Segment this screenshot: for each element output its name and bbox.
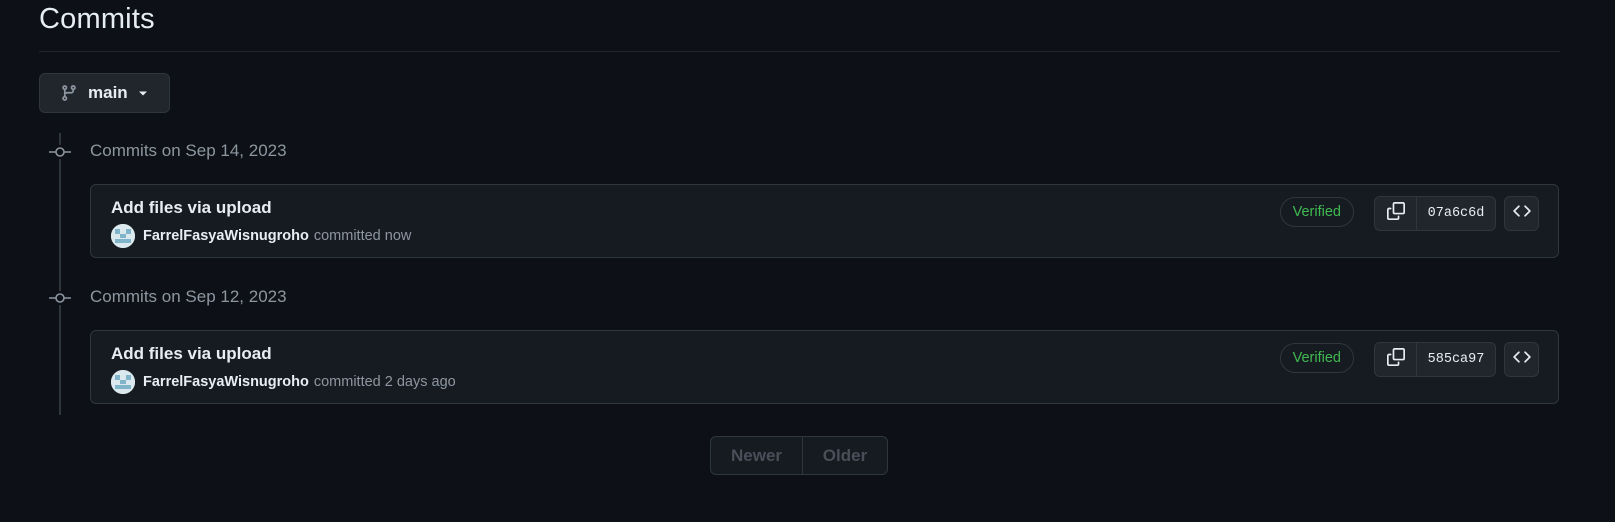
- commit-time: committed 2 days ago: [313, 374, 456, 390]
- commit-sha-link[interactable]: 07a6c6d: [1417, 197, 1495, 230]
- commit-meta: FarrelFasyaWisnugroho committed now: [111, 224, 411, 248]
- pagination: Newer Older: [710, 436, 888, 475]
- copy-sha-button[interactable]: [1375, 197, 1417, 230]
- commit-author-link[interactable]: FarrelFasyaWisnugroho: [143, 228, 309, 244]
- browse-repository-button[interactable]: [1504, 342, 1539, 377]
- commit-sha-group: 07a6c6d: [1374, 196, 1496, 231]
- git-commit-icon: [49, 291, 71, 305]
- timeline-line: [59, 133, 61, 415]
- commit-group-heading: Commits on Sep 14, 2023: [90, 141, 287, 160]
- commit-row: Add files via upload FarrelFasyaWisnugro…: [90, 184, 1559, 258]
- caret-down-icon: [137, 87, 149, 99]
- copy-sha-button[interactable]: [1375, 343, 1417, 376]
- page-title: Commits: [39, 3, 155, 35]
- branch-selector-button[interactable]: main: [39, 73, 170, 113]
- commit-sha-group: 585ca97: [1374, 342, 1496, 377]
- commit-row: Add files via upload FarrelFasyaWisnugro…: [90, 330, 1559, 404]
- commits-page: Commits main Commits on Sep 14, 2023 Add…: [0, 0, 1615, 522]
- commit-message-link[interactable]: Add files via upload: [111, 198, 272, 218]
- git-branch-icon: [60, 84, 78, 102]
- title-divider: [39, 51, 1560, 52]
- verified-badge[interactable]: Verified: [1279, 343, 1354, 373]
- browse-repository-button[interactable]: [1504, 196, 1539, 231]
- verified-badge[interactable]: Verified: [1279, 197, 1354, 227]
- newer-button[interactable]: Newer: [711, 437, 803, 474]
- code-icon: [1512, 202, 1531, 225]
- branch-name: main: [88, 83, 128, 102]
- copy-icon: [1386, 202, 1405, 225]
- commit-message-link[interactable]: Add files via upload: [111, 344, 272, 364]
- commit-group-heading: Commits on Sep 12, 2023: [90, 287, 287, 306]
- commit-meta: FarrelFasyaWisnugroho committed 2 days a…: [111, 370, 456, 394]
- commit-author-link[interactable]: FarrelFasyaWisnugroho: [143, 374, 309, 390]
- copy-icon: [1386, 348, 1405, 371]
- older-button[interactable]: Older: [803, 437, 887, 474]
- git-commit-icon: [49, 145, 71, 159]
- commit-time: committed now: [313, 228, 412, 244]
- commit-sha-link[interactable]: 585ca97: [1417, 343, 1495, 376]
- code-icon: [1512, 348, 1531, 371]
- avatar[interactable]: [111, 370, 135, 394]
- avatar[interactable]: [111, 224, 135, 248]
